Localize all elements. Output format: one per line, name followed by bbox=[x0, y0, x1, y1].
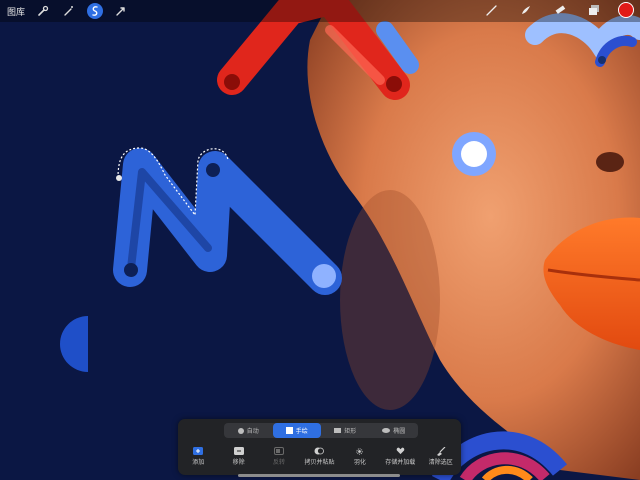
save-load-button[interactable]: 存储并加载 bbox=[381, 447, 419, 466]
add-button[interactable]: 添加 bbox=[179, 447, 217, 466]
brush-icon[interactable] bbox=[484, 2, 500, 18]
magic-wand-icon[interactable] bbox=[61, 3, 77, 19]
action-label: 添加 bbox=[192, 459, 205, 466]
mode-label: 自动 bbox=[246, 428, 259, 435]
freehand-icon bbox=[285, 427, 293, 434]
right-toolbar bbox=[466, 2, 634, 18]
invert-icon bbox=[274, 447, 285, 455]
smudge-icon[interactable] bbox=[518, 2, 534, 18]
action-label: 移除 bbox=[232, 459, 245, 466]
mode-freehand[interactable]: 手绘 bbox=[272, 423, 321, 438]
wrench-icon[interactable] bbox=[35, 3, 51, 19]
clear-selection-button[interactable]: 清除选区 bbox=[422, 446, 460, 466]
remove-icon bbox=[233, 447, 244, 455]
copy-paste-icon bbox=[314, 447, 325, 455]
mode-auto[interactable]: 自动 bbox=[224, 423, 273, 438]
mode-label: 矩形 bbox=[344, 428, 357, 435]
action-label: 存储并加载 bbox=[385, 459, 416, 466]
gallery-button[interactable]: 图库 bbox=[7, 5, 25, 18]
remove-button[interactable]: 移除 bbox=[220, 447, 258, 466]
selection-panel: 自动 手绘 矩形 椭圆 添加 移除 反转 拷贝并粘贴 羽化 存储并加载 清除选区 bbox=[178, 419, 461, 475]
mode-label: 手绘 bbox=[295, 428, 308, 435]
selection-icon[interactable] bbox=[87, 3, 104, 19]
ellipse-icon bbox=[382, 428, 391, 433]
home-indicator bbox=[238, 474, 400, 477]
color-swatch[interactable] bbox=[618, 2, 634, 18]
mode-label: 椭圆 bbox=[393, 428, 406, 435]
action-label: 拷贝并粘贴 bbox=[304, 459, 335, 466]
feather-icon bbox=[355, 447, 365, 455]
copy-paste-button[interactable]: 拷贝并粘贴 bbox=[300, 447, 338, 466]
artwork-canvas[interactable] bbox=[0, 0, 640, 480]
action-label: 反转 bbox=[273, 459, 286, 466]
rectangle-icon bbox=[334, 428, 342, 433]
action-label: 清除选区 bbox=[428, 459, 453, 466]
selection-mode-tabs: 自动 手绘 矩形 椭圆 bbox=[224, 423, 418, 438]
invert-button[interactable]: 反转 bbox=[260, 447, 298, 466]
selection-actions: 添加 移除 反转 拷贝并粘贴 羽化 存储并加载 清除选区 bbox=[178, 446, 461, 466]
nostril bbox=[596, 152, 624, 172]
save-load-icon bbox=[395, 447, 405, 455]
transform-icon[interactable] bbox=[113, 3, 129, 19]
clear-selection-icon bbox=[436, 446, 446, 456]
eraser-icon[interactable] bbox=[552, 2, 568, 18]
add-icon bbox=[193, 447, 204, 455]
mode-ellipse[interactable]: 椭圆 bbox=[370, 423, 419, 438]
top-toolbar: 图库 bbox=[0, 0, 640, 22]
auto-icon bbox=[237, 427, 244, 434]
layers-icon[interactable] bbox=[586, 2, 602, 18]
cheek-shade bbox=[340, 190, 440, 410]
action-label: 羽化 bbox=[353, 459, 366, 466]
feather-button[interactable]: 羽化 bbox=[341, 447, 379, 466]
mode-rectangle[interactable]: 矩形 bbox=[321, 423, 370, 438]
